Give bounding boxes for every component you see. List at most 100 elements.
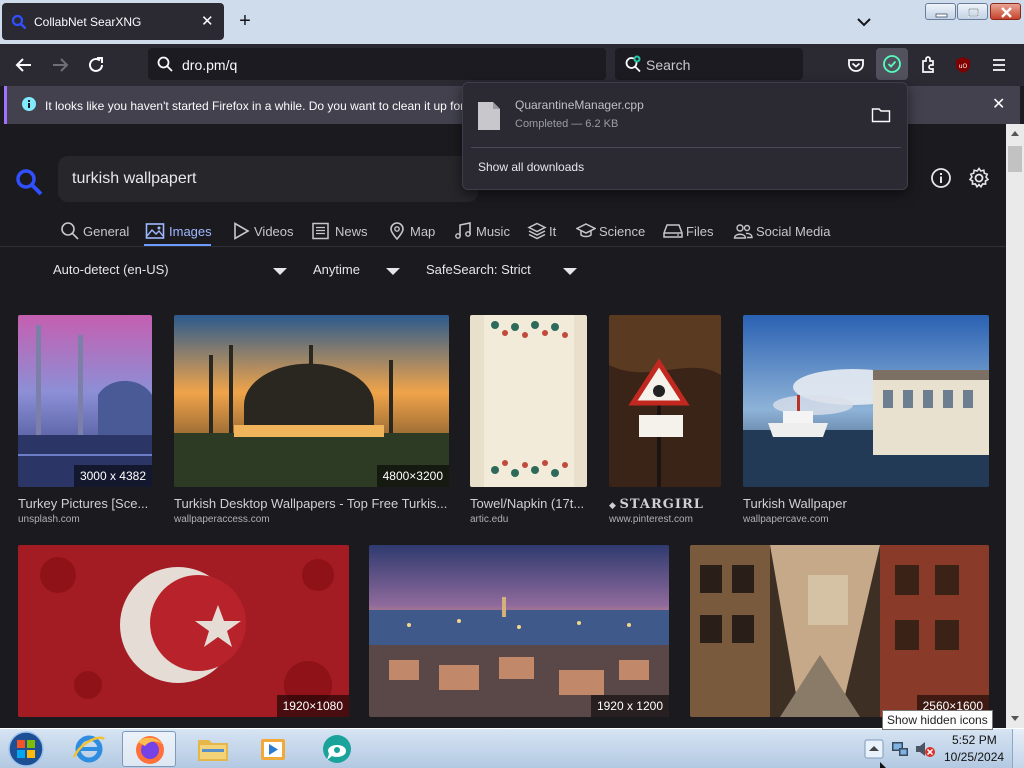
reload-icon[interactable] xyxy=(83,52,109,78)
tab-close-icon[interactable]: ✕ xyxy=(201,12,214,30)
people-icon xyxy=(733,224,753,239)
drive-icon xyxy=(663,224,683,238)
category-science[interactable]: Science xyxy=(576,220,648,244)
browser-tab[interactable]: CollabNet SearXNG ✕ xyxy=(2,3,224,40)
category-label: News xyxy=(335,224,368,239)
category-label: Music xyxy=(476,224,510,239)
ublock-origin-icon[interactable]: uO xyxy=(950,52,976,78)
url-text: dro.pm/q xyxy=(182,57,238,73)
download-status: Completed — 6.2 KB xyxy=(515,118,619,130)
category-label: Social Media xyxy=(756,224,831,239)
category-label: Science xyxy=(599,224,646,239)
close-window-button[interactable] xyxy=(990,3,1021,20)
folder-icon xyxy=(198,740,228,761)
language-value: Auto-detect (en-US) xyxy=(53,262,169,277)
download-file-name[interactable]: QuarantineManager.cpp xyxy=(515,98,644,112)
taskbar-app[interactable] xyxy=(310,731,364,767)
gear-icon[interactable] xyxy=(967,166,991,190)
info-circle-icon[interactable] xyxy=(930,167,952,189)
search-input[interactable]: turkish wallpapert xyxy=(58,156,478,202)
graduation-cap-icon xyxy=(576,223,596,238)
scroll-down-arrow-icon[interactable] xyxy=(1010,715,1020,723)
scroll-up-arrow-icon[interactable] xyxy=(1010,129,1020,137)
extensions-icon[interactable] xyxy=(915,52,941,78)
category-it[interactable]: It xyxy=(527,220,562,244)
safesearch-select[interactable]: SafeSearch: Strict xyxy=(426,262,578,282)
tab-title: CollabNet SearXNG xyxy=(34,15,142,29)
image-size-badge: 4800×3200 xyxy=(376,465,449,487)
result-image[interactable] xyxy=(743,315,989,487)
page-content: turkish wallpapert General Images Videos… xyxy=(0,124,1006,728)
taskbar-file-explorer[interactable] xyxy=(186,731,240,767)
result-title[interactable]: Turkish Wallpaper xyxy=(743,496,989,511)
mouse-cursor-icon xyxy=(880,762,886,768)
image-size-badge: 1920×1080 xyxy=(276,695,349,717)
taskbar-internet-explorer[interactable] xyxy=(62,731,116,767)
clock-time[interactable]: 5:52 PM xyxy=(952,733,997,747)
start-button[interactable] xyxy=(6,730,46,768)
category-general[interactable]: General xyxy=(60,220,130,244)
file-icon xyxy=(478,102,500,130)
category-videos[interactable]: Videos xyxy=(232,220,297,244)
show-hidden-icons-button[interactable] xyxy=(864,739,884,759)
time-range-select[interactable]: Anytime xyxy=(313,262,401,282)
category-files[interactable]: Files xyxy=(663,220,715,244)
result-image[interactable]: 4800×3200 xyxy=(174,315,449,487)
category-music[interactable]: Music xyxy=(453,220,513,244)
result-image[interactable]: 3000 x 4382 xyxy=(18,315,152,487)
show-desktop-button[interactable] xyxy=(1012,729,1024,768)
category-images[interactable]: Images xyxy=(145,220,215,244)
searxng-icon xyxy=(11,14,27,30)
result-title[interactable]: Turkish Desktop Wallpapers - Top Free Tu… xyxy=(174,496,452,511)
page-scrollbar[interactable] xyxy=(1006,124,1024,728)
svg-text:uO: uO xyxy=(959,63,968,70)
language-select[interactable]: Auto-detect (en-US) xyxy=(53,262,288,282)
info-icon xyxy=(22,97,36,111)
panel-divider xyxy=(471,147,901,148)
maximize-button[interactable] xyxy=(957,3,988,20)
music-icon xyxy=(455,222,471,239)
layers-icon xyxy=(527,222,547,240)
notification-close-icon[interactable]: ✕ xyxy=(992,94,1005,114)
result-image[interactable] xyxy=(609,315,721,487)
safesearch-value: SafeSearch: Strict xyxy=(426,262,531,277)
back-icon[interactable] xyxy=(11,52,37,78)
category-label: Images xyxy=(169,224,212,239)
menu-icon[interactable] xyxy=(986,52,1012,78)
searxng-logo-icon[interactable] xyxy=(14,167,44,197)
category-news[interactable]: News xyxy=(311,220,371,244)
category-label: Files xyxy=(686,224,714,239)
url-bar[interactable]: dro.pm/q xyxy=(148,48,606,80)
downloads-button[interactable] xyxy=(876,48,908,80)
search-query: turkish wallpapert xyxy=(72,170,197,187)
image-icon xyxy=(145,223,165,239)
result-image[interactable] xyxy=(470,315,587,487)
downloads-panel: QuarantineManager.cpp Completed — 6.2 KB… xyxy=(462,82,908,190)
image-size-badge: 1920 x 1200 xyxy=(590,695,669,717)
new-tab-icon[interactable]: + xyxy=(234,10,256,32)
forward-icon[interactable] xyxy=(47,52,73,78)
result-title[interactable]: ◆ STARGIRL xyxy=(609,496,723,512)
result-title[interactable]: Turkey Pictures [Sce... xyxy=(18,496,154,511)
result-image[interactable]: 1920 x 1200 xyxy=(369,545,669,717)
minimize-button[interactable] xyxy=(925,3,956,20)
result-source: unsplash.com xyxy=(18,514,80,525)
category-label: Videos xyxy=(254,224,294,239)
search-bar[interactable]: Search xyxy=(615,48,803,80)
taskbar-firefox[interactable] xyxy=(122,731,176,767)
show-all-downloads-button[interactable]: Show all downloads xyxy=(478,160,584,174)
category-social-media[interactable]: Social Media xyxy=(733,220,833,244)
chevron-down-icon[interactable] xyxy=(852,12,876,32)
result-image[interactable]: 2560×1600 xyxy=(690,545,989,717)
folder-icon[interactable] xyxy=(871,107,891,123)
result-image[interactable]: 1920×1080 xyxy=(18,545,349,717)
clock-date[interactable]: 10/25/2024 xyxy=(944,750,1004,764)
pocket-icon[interactable] xyxy=(843,52,869,78)
internet-explorer-icon xyxy=(72,735,105,763)
volume-muted-icon[interactable] xyxy=(914,739,936,759)
scrollbar-thumb[interactable] xyxy=(1008,146,1022,172)
category-map[interactable]: Map xyxy=(387,220,437,244)
result-title[interactable]: Towel/Napkin (17t... xyxy=(470,496,588,511)
taskbar-media-player[interactable] xyxy=(246,731,300,767)
network-icon[interactable] xyxy=(890,739,910,759)
